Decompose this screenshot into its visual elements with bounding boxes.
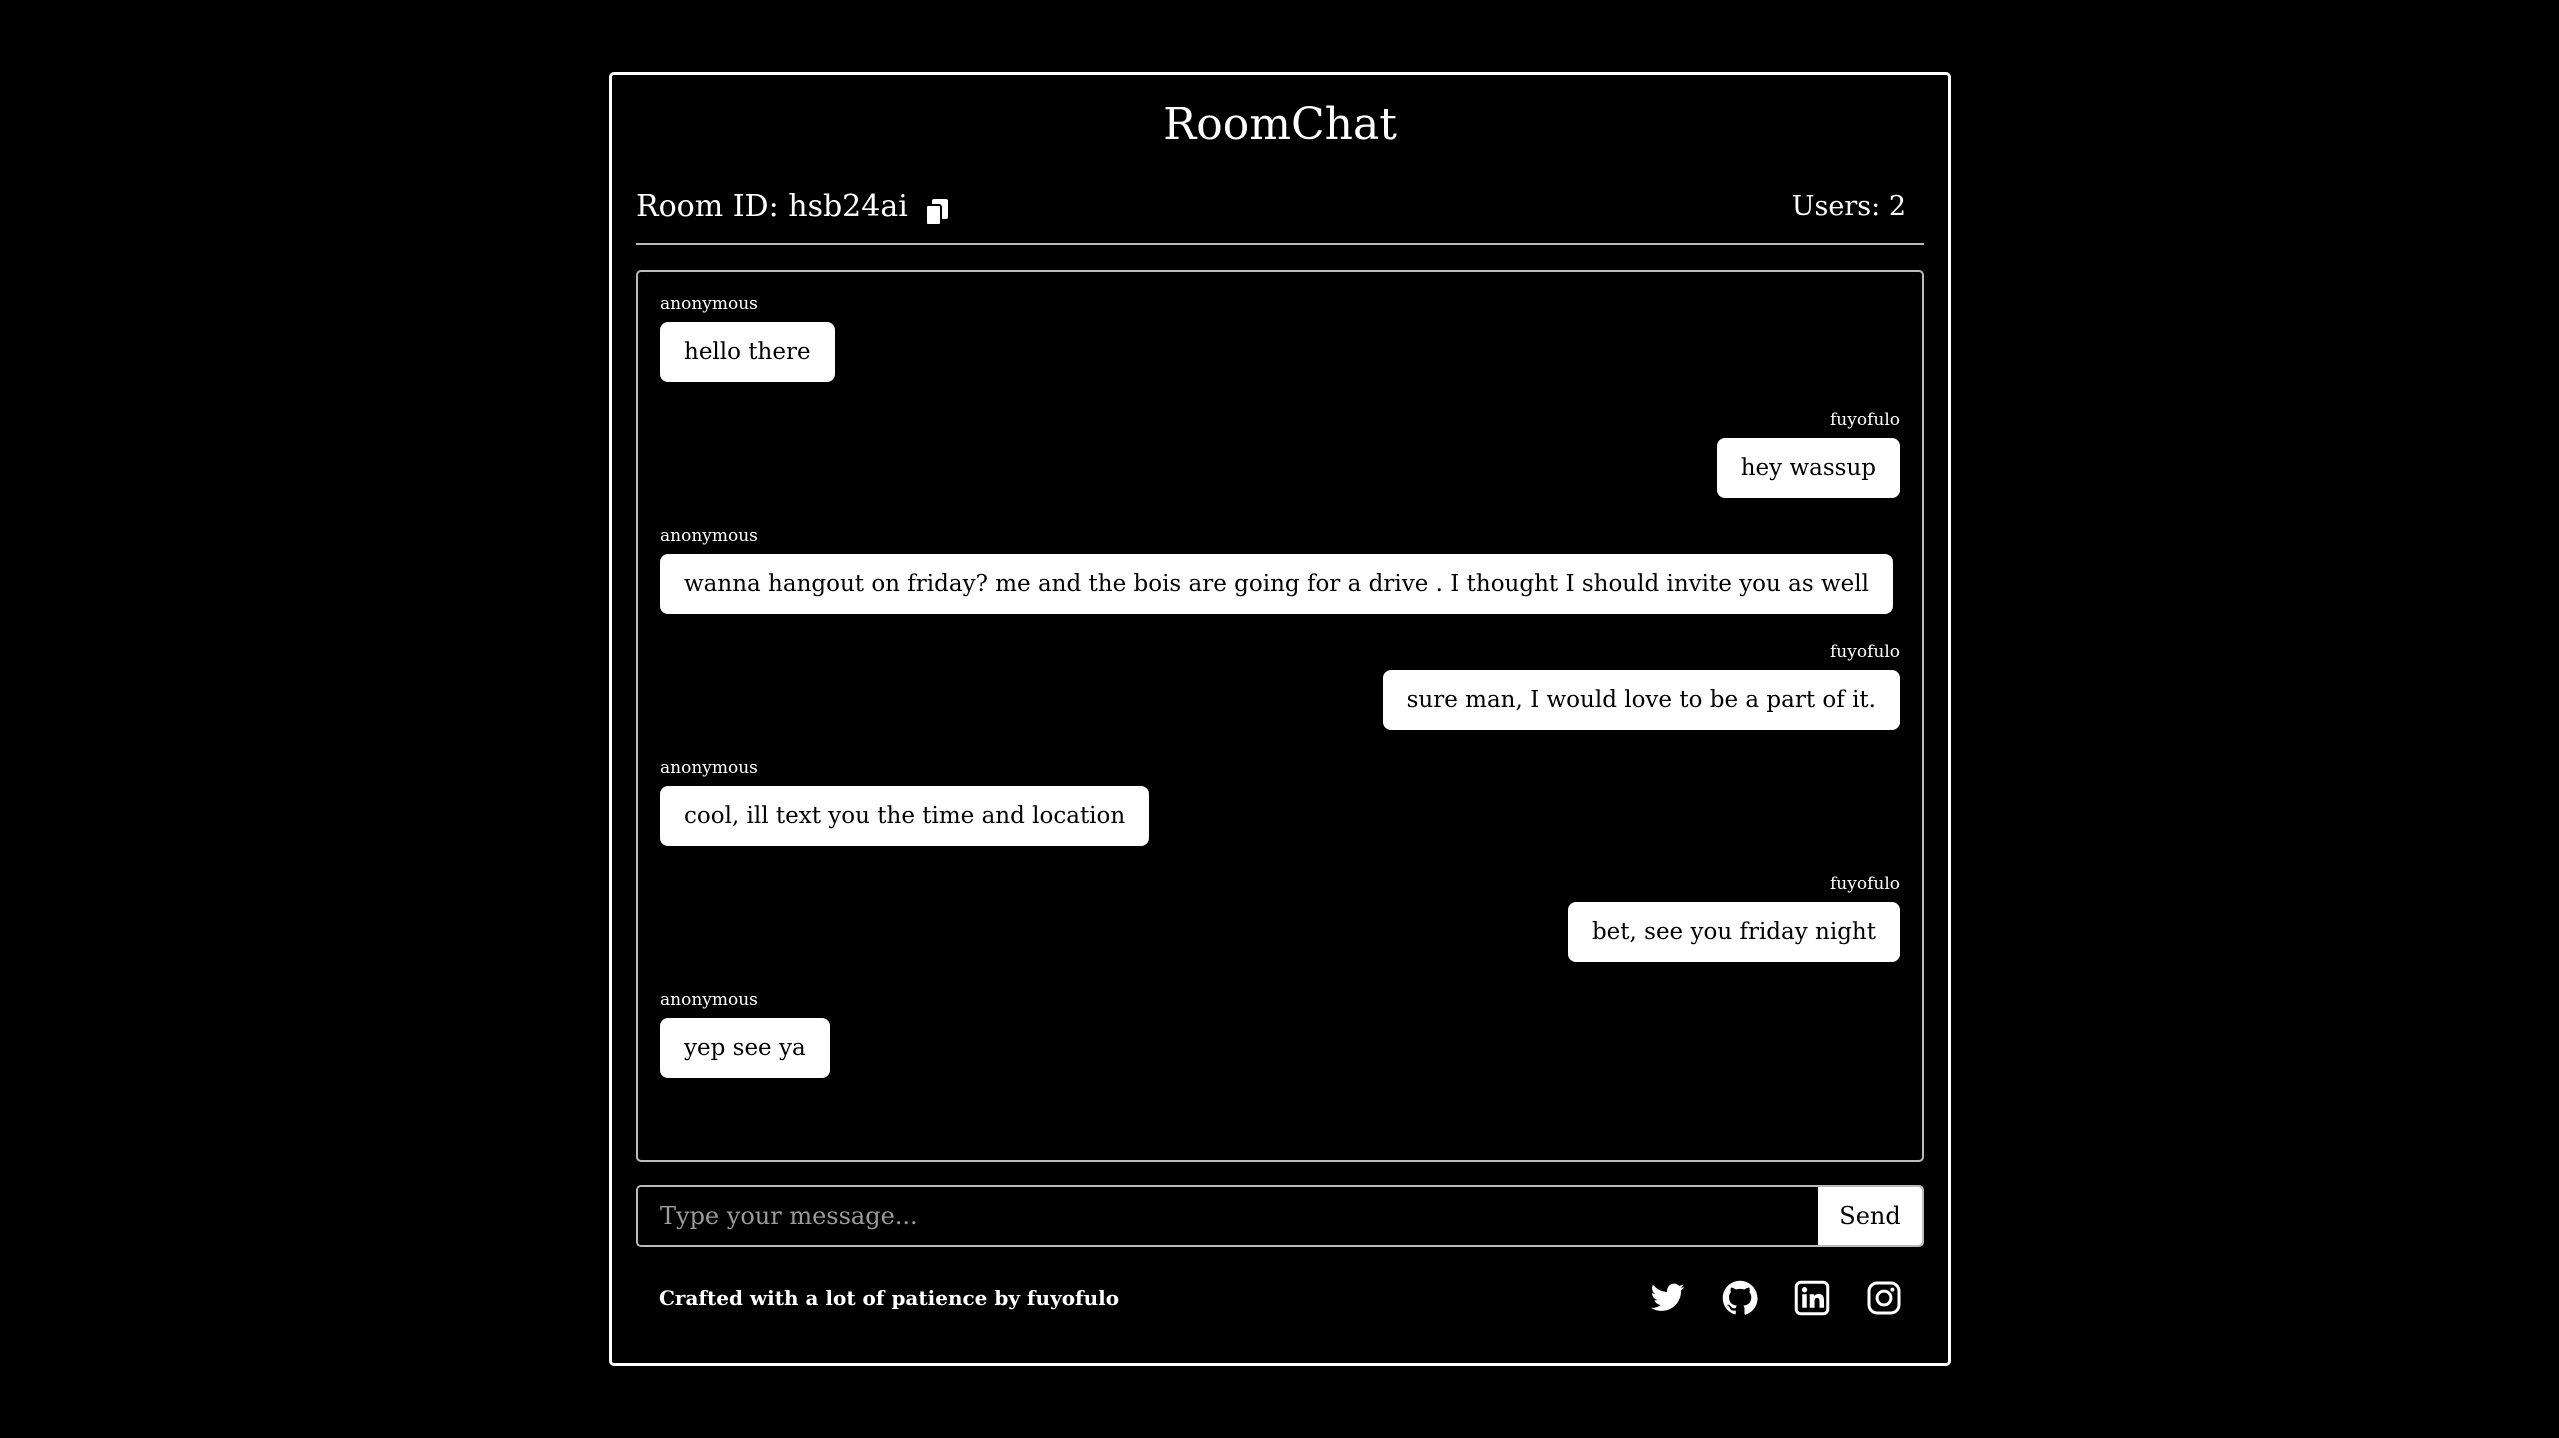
message-author: fuyofulo <box>1830 642 1900 662</box>
app-title: RoomChat <box>1163 99 1397 150</box>
twitter-icon[interactable] <box>1650 1280 1686 1316</box>
message-bubble: cool, ill text you the time and location <box>660 786 1150 846</box>
footer: Crafted with a lot of patience by fuyofu… <box>659 1273 1902 1323</box>
message-author: fuyofulo <box>1830 874 1900 894</box>
message-author: fuyofulo <box>1830 410 1900 430</box>
instagram-icon[interactable] <box>1866 1280 1902 1316</box>
message-bubble: yep see ya <box>660 1018 830 1078</box>
message-item: anonymous yep see ya <box>660 990 1900 1078</box>
room-id-group: Room ID: hsb24ai <box>636 185 948 229</box>
footer-credit: Crafted with a lot of patience by fuyofu… <box>659 1286 1120 1310</box>
room-info-bar: Room ID: hsb24ai Users: 2 <box>636 185 1924 245</box>
message-author: anonymous <box>660 758 758 778</box>
message-author: anonymous <box>660 294 758 314</box>
message-composer: Send <box>636 1185 1924 1247</box>
message-item: anonymous wanna hangout on friday? me and… <box>660 526 1900 614</box>
message-item: fuyofulo sure man, I would love to be a p… <box>660 642 1900 730</box>
message-bubble: sure man, I would love to be a part of i… <box>1382 670 1900 730</box>
message-item: fuyofulo bet, see you friday night <box>660 874 1900 962</box>
message-input[interactable] <box>638 1187 1818 1245</box>
message-item: anonymous cool, ill text you the time and… <box>660 758 1900 846</box>
message-bubble: hey wassup <box>1716 438 1900 498</box>
send-button[interactable]: Send <box>1818 1187 1922 1245</box>
message-item: anonymous hello there <box>660 294 1900 382</box>
message-item: fuyofulo hey wassup <box>660 410 1900 498</box>
chat-app-container: RoomChat Room ID: hsb24ai Users: 2 anony… <box>609 72 1951 1366</box>
github-icon[interactable] <box>1722 1280 1758 1316</box>
message-bubble: wanna hangout on friday? me and the bois… <box>660 554 1893 614</box>
copy-icon[interactable] <box>924 194 948 226</box>
social-links <box>1650 1280 1902 1316</box>
room-id-label: Room ID: hsb24ai <box>636 189 908 224</box>
message-bubble: hello there <box>660 322 835 382</box>
message-bubble: bet, see you friday night <box>1567 902 1900 962</box>
message-author: anonymous <box>660 526 758 546</box>
users-count: Users: 2 <box>1791 191 1906 222</box>
message-list[interactable]: anonymous hello there fuyofulo hey wassup an… <box>636 270 1924 1162</box>
message-author: anonymous <box>660 990 758 1010</box>
linkedin-icon[interactable] <box>1794 1280 1830 1316</box>
